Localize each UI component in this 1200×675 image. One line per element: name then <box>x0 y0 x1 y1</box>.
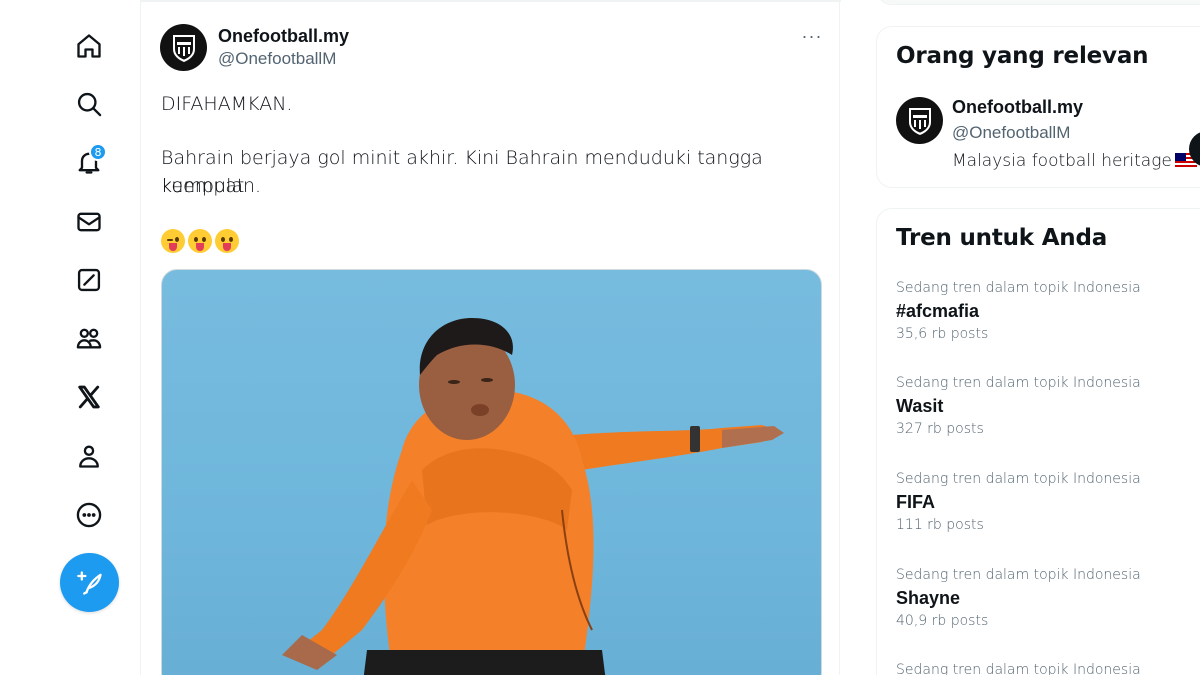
trend-post-count: 327 rb posts <box>896 421 984 437</box>
compose-post-button[interactable] <box>60 553 119 612</box>
nav-home[interactable] <box>69 26 109 66</box>
relevant-people-title: Orang yang relevan <box>896 43 1149 69</box>
emoji-row <box>161 229 239 253</box>
divider <box>141 0 841 2</box>
tweet-more-button[interactable]: ··· <box>797 24 827 48</box>
left-nav: 8 <box>0 0 140 675</box>
home-icon <box>77 34 101 58</box>
nav-more[interactable] <box>69 495 109 535</box>
trend-item[interactable]: Sedang tren dalam topik Indonesia <box>896 661 1196 675</box>
more-circle-icon <box>76 502 102 528</box>
relevant-person-name[interactable]: Onefootball.my <box>952 97 1083 118</box>
onefootball-shield-logo-icon <box>908 107 931 135</box>
mail-icon <box>77 212 101 232</box>
author-avatar[interactable] <box>160 24 207 71</box>
trend-context: Sedang tren dalam topik Indonesia <box>896 471 1141 487</box>
face-with-tongue-icon <box>215 229 239 253</box>
trend-item[interactable]: Sedang tren dalam topik Indonesia FIFA 1… <box>896 470 1196 535</box>
search-bar[interactable] <box>876 0 1200 5</box>
tweet-text-line: kumpulan. <box>161 175 262 197</box>
nav-explore[interactable] <box>69 84 109 124</box>
onefootball-shield-logo-icon <box>172 34 195 62</box>
trend-name: #afcmafia <box>896 301 980 321</box>
relevant-person-avatar[interactable] <box>896 97 943 144</box>
feather-plus-icon <box>76 570 102 595</box>
relevant-person-bio: Malaysia football heritage! <box>952 151 1200 171</box>
grok-icon <box>77 268 101 292</box>
nav-messages[interactable] <box>69 202 109 242</box>
trend-name: Shayne <box>896 588 961 608</box>
trend-name: FIFA <box>896 492 935 512</box>
relevant-people-card: Orang yang relevan Onefootball.my @Onefo… <box>876 26 1200 188</box>
trend-item[interactable]: Sedang tren dalam topik Indonesia Shayne… <box>896 566 1196 631</box>
nav-grok[interactable] <box>69 260 109 300</box>
nav-profile[interactable] <box>69 436 109 476</box>
right-sidebar: Orang yang relevan Onefootball.my @Onefo… <box>876 0 1200 675</box>
face-with-tongue-icon <box>188 229 212 253</box>
dancing-person-image <box>282 318 784 675</box>
trend-context: Sedang tren dalam topik Indonesia <box>896 662 1141 675</box>
bio-text: Malaysia football heritage <box>952 151 1172 171</box>
trends-title: Tren untuk Anda <box>896 225 1108 251</box>
people-icon <box>76 328 102 349</box>
nav-premium[interactable] <box>69 377 109 417</box>
trend-context: Sedang tren dalam topik Indonesia <box>896 375 1141 391</box>
author-name[interactable]: Onefootball.my <box>218 26 349 47</box>
trend-post-count: 35,6 rb posts <box>896 326 989 342</box>
trend-name: Wasit <box>896 396 944 416</box>
trends-card: Tren untuk Anda Sedang tren dalam topik … <box>876 208 1200 675</box>
search-icon <box>77 92 102 117</box>
person-icon <box>79 445 99 468</box>
tweet-text-line: DIFAHAMKAN. <box>161 93 293 115</box>
trend-context: Sedang tren dalam topik Indonesia <box>896 567 1141 583</box>
nav-communities[interactable] <box>69 318 109 358</box>
trend-post-count: 40,9 rb posts <box>896 613 989 629</box>
trend-context: Sedang tren dalam topik Indonesia <box>896 280 1141 296</box>
trend-item[interactable]: Sedang tren dalam topik Indonesia Wasit … <box>896 374 1196 439</box>
nav-notifications[interactable]: 8 <box>69 142 109 182</box>
timeline-column: Onefootball.my @OnefootballM ··· DIFAHAM… <box>140 0 841 675</box>
tweet-media-gif[interactable] <box>161 269 822 675</box>
author-handle[interactable]: @OnefootballM <box>218 49 336 69</box>
trend-post-count: 111 rb posts <box>896 517 984 533</box>
winking-face-with-tongue-icon <box>161 229 185 253</box>
relevant-person-handle[interactable]: @OnefootballM <box>952 123 1070 143</box>
notification-badge: 8 <box>89 143 107 161</box>
trend-item[interactable]: Sedang tren dalam topik Indonesia #afcma… <box>896 279 1196 344</box>
x-logo-icon <box>78 385 100 409</box>
